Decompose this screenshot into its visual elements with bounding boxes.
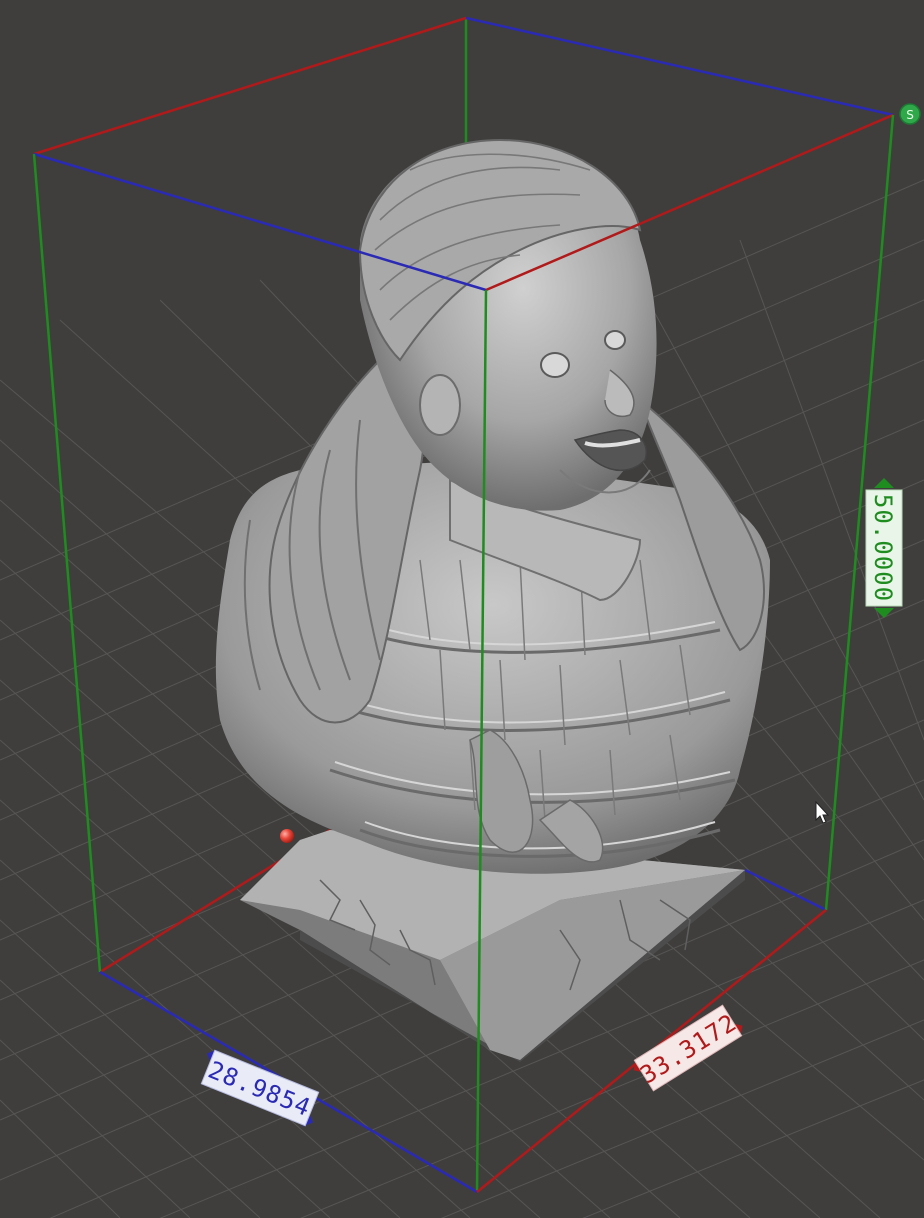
3d-viewport[interactable]: S 28.9854 33.3172 50.0000 [0, 0, 924, 1218]
mouse-cursor-icon [815, 800, 830, 824]
scene-canvas[interactable]: S 28.9854 33.3172 50.0000 [0, 0, 924, 1218]
height-value: 50.0000 [869, 494, 897, 602]
pivot-point[interactable] [280, 829, 294, 843]
scale-handle[interactable]: S [899, 103, 921, 125]
scale-handle-icon: S [906, 108, 914, 122]
bust-model[interactable] [215, 138, 771, 1062]
height-dimension-label[interactable]: 50.0000 [865, 478, 903, 618]
width-dimension-label[interactable]: 28.9854 [195, 1046, 325, 1130]
